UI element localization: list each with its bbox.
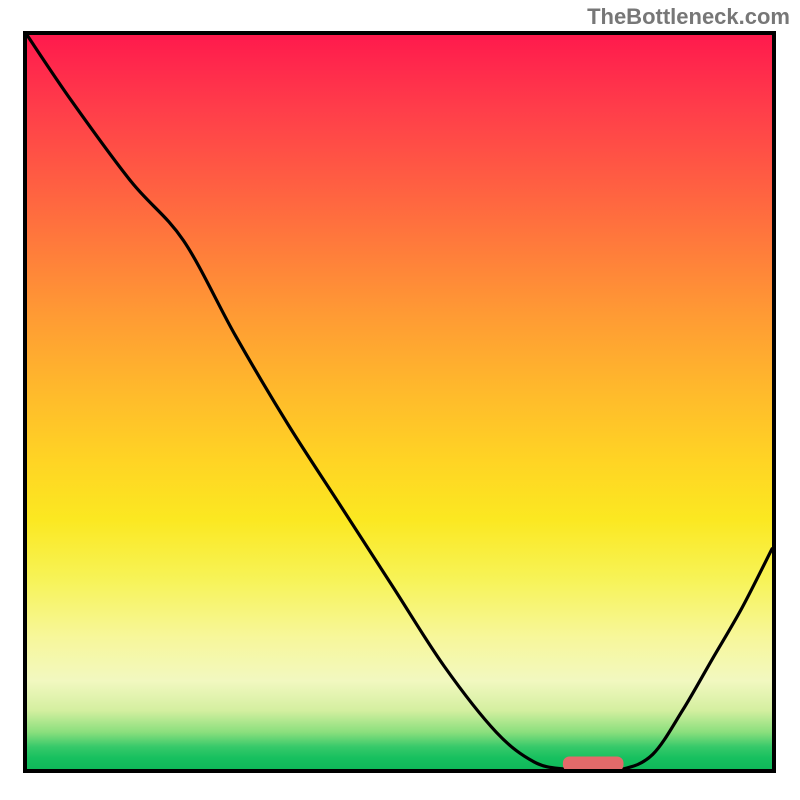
plot-frame [23,31,776,773]
curve-layer [27,35,772,769]
bottleneck-curve [27,35,772,770]
chart-stage: TheBottleneck.com [0,0,800,800]
watermark-text: TheBottleneck.com [587,4,790,30]
optimum-marker [563,757,623,771]
